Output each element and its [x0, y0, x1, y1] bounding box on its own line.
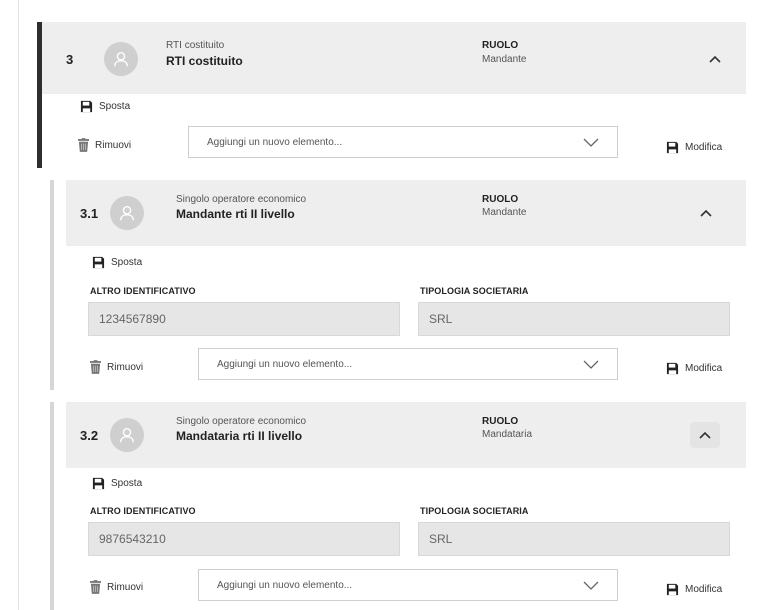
field-label-altro-identificativo: ALTRO IDENTIFICATIVO: [90, 506, 196, 516]
altro-identificativo-field: 9876543210: [88, 522, 400, 556]
role-label: RUOLO: [482, 194, 519, 205]
edit-label: Modifica: [685, 584, 723, 595]
trash-icon: [78, 138, 89, 152]
edit-button[interactable]: Modifica: [666, 583, 722, 596]
block-header-3[interactable]: 3 RTI costituito RTI costituito RUOLO Ma…: [42, 22, 746, 94]
remove-button[interactable]: Rimuovi: [90, 580, 143, 594]
block-number: 3: [66, 52, 74, 67]
block-number: 3.1: [80, 206, 99, 221]
tipologia-societaria-field: SRL: [418, 302, 730, 336]
remove-label: Rimuovi: [95, 139, 132, 151]
field-value: SRL: [429, 532, 453, 546]
move-button[interactable]: Sposta: [92, 256, 142, 269]
remove-label: Rimuovi: [107, 361, 144, 373]
chevron-down-icon: [583, 581, 599, 590]
chevron-down-icon: [583, 138, 599, 147]
field-value: 1234567890: [99, 312, 166, 326]
field-label-tipologia-societaria: TIPOLOGIA SOCIETARIA: [420, 286, 529, 296]
field-label-altro-identificativo: ALTRO IDENTIFICATIVO: [90, 286, 196, 296]
select-placeholder: Aggiungi un nuovo elemento...: [217, 358, 353, 370]
role-value: Mandante: [482, 54, 527, 65]
chevron-up-icon[interactable]: [691, 200, 721, 226]
role-label: RUOLO: [482, 416, 519, 427]
field-value: SRL: [429, 312, 453, 326]
block-title: RTI costituito: [166, 54, 243, 68]
trash-icon: [90, 580, 101, 594]
select-placeholder: Aggiungi un nuovo elemento...: [217, 579, 353, 591]
user-avatar-icon: [110, 418, 144, 452]
move-button[interactable]: Sposta: [92, 477, 142, 490]
move-label: Sposta: [111, 257, 143, 268]
edit-label: Modifica: [685, 363, 723, 374]
floppy-disk-icon: [80, 100, 93, 113]
add-element-select[interactable]: Aggiungi un nuovo elemento...: [188, 126, 618, 158]
select-placeholder: Aggiungi un nuovo elemento...: [207, 136, 343, 148]
move-label: Sposta: [99, 101, 131, 112]
chevron-down-icon: [583, 360, 599, 369]
field-label-tipologia-societaria: TIPOLOGIA SOCIETARIA: [420, 506, 529, 516]
move-button[interactable]: Sposta: [80, 100, 130, 113]
block-title: Mandataria rti II livello: [176, 429, 303, 443]
edit-button[interactable]: Modifica: [666, 141, 722, 154]
block-subtype: Singolo operatore economico: [176, 194, 307, 205]
edit-label: Modifica: [685, 142, 723, 153]
block-header-3-1[interactable]: 3.1 Singolo operatore economico Mandante…: [66, 180, 746, 246]
floppy-disk-icon: [92, 256, 105, 269]
edit-button[interactable]: Modifica: [666, 362, 722, 375]
block-title: Mandante rti II livello: [176, 207, 295, 221]
remove-button[interactable]: Rimuovi: [78, 138, 131, 152]
floppy-disk-icon: [666, 362, 679, 375]
block-header-3-2[interactable]: 3.2 Singolo operatore economico Mandatar…: [66, 402, 746, 468]
trash-icon: [90, 360, 101, 374]
nested-indicator: [50, 402, 54, 610]
remove-button[interactable]: Rimuovi: [90, 360, 143, 374]
chevron-up-icon[interactable]: [690, 422, 720, 448]
role-value: Mandante: [482, 207, 527, 218]
remove-label: Rimuovi: [107, 581, 144, 593]
add-element-select[interactable]: Aggiungi un nuovo elemento...: [198, 569, 618, 601]
block-number: 3.2: [80, 428, 99, 443]
block-subtype: Singolo operatore economico: [176, 416, 307, 427]
field-value: 9876543210: [99, 532, 166, 546]
chevron-up-icon[interactable]: [700, 46, 730, 72]
add-element-select[interactable]: Aggiungi un nuovo elemento...: [198, 348, 618, 380]
user-avatar-icon: [104, 42, 138, 76]
role-label: RUOLO: [482, 40, 519, 51]
floppy-disk-icon: [666, 141, 679, 154]
floppy-disk-icon: [92, 477, 105, 490]
page-edge-divider: [18, 0, 19, 610]
block-subtype: RTI costituito: [166, 40, 225, 51]
user-avatar-icon: [110, 196, 144, 230]
altro-identificativo-field: 1234567890: [88, 302, 400, 336]
floppy-disk-icon: [666, 583, 679, 596]
move-label: Sposta: [111, 478, 143, 489]
nested-indicator: [50, 180, 54, 390]
role-value: Mandataria: [482, 429, 533, 440]
tipologia-societaria-field: SRL: [418, 522, 730, 556]
